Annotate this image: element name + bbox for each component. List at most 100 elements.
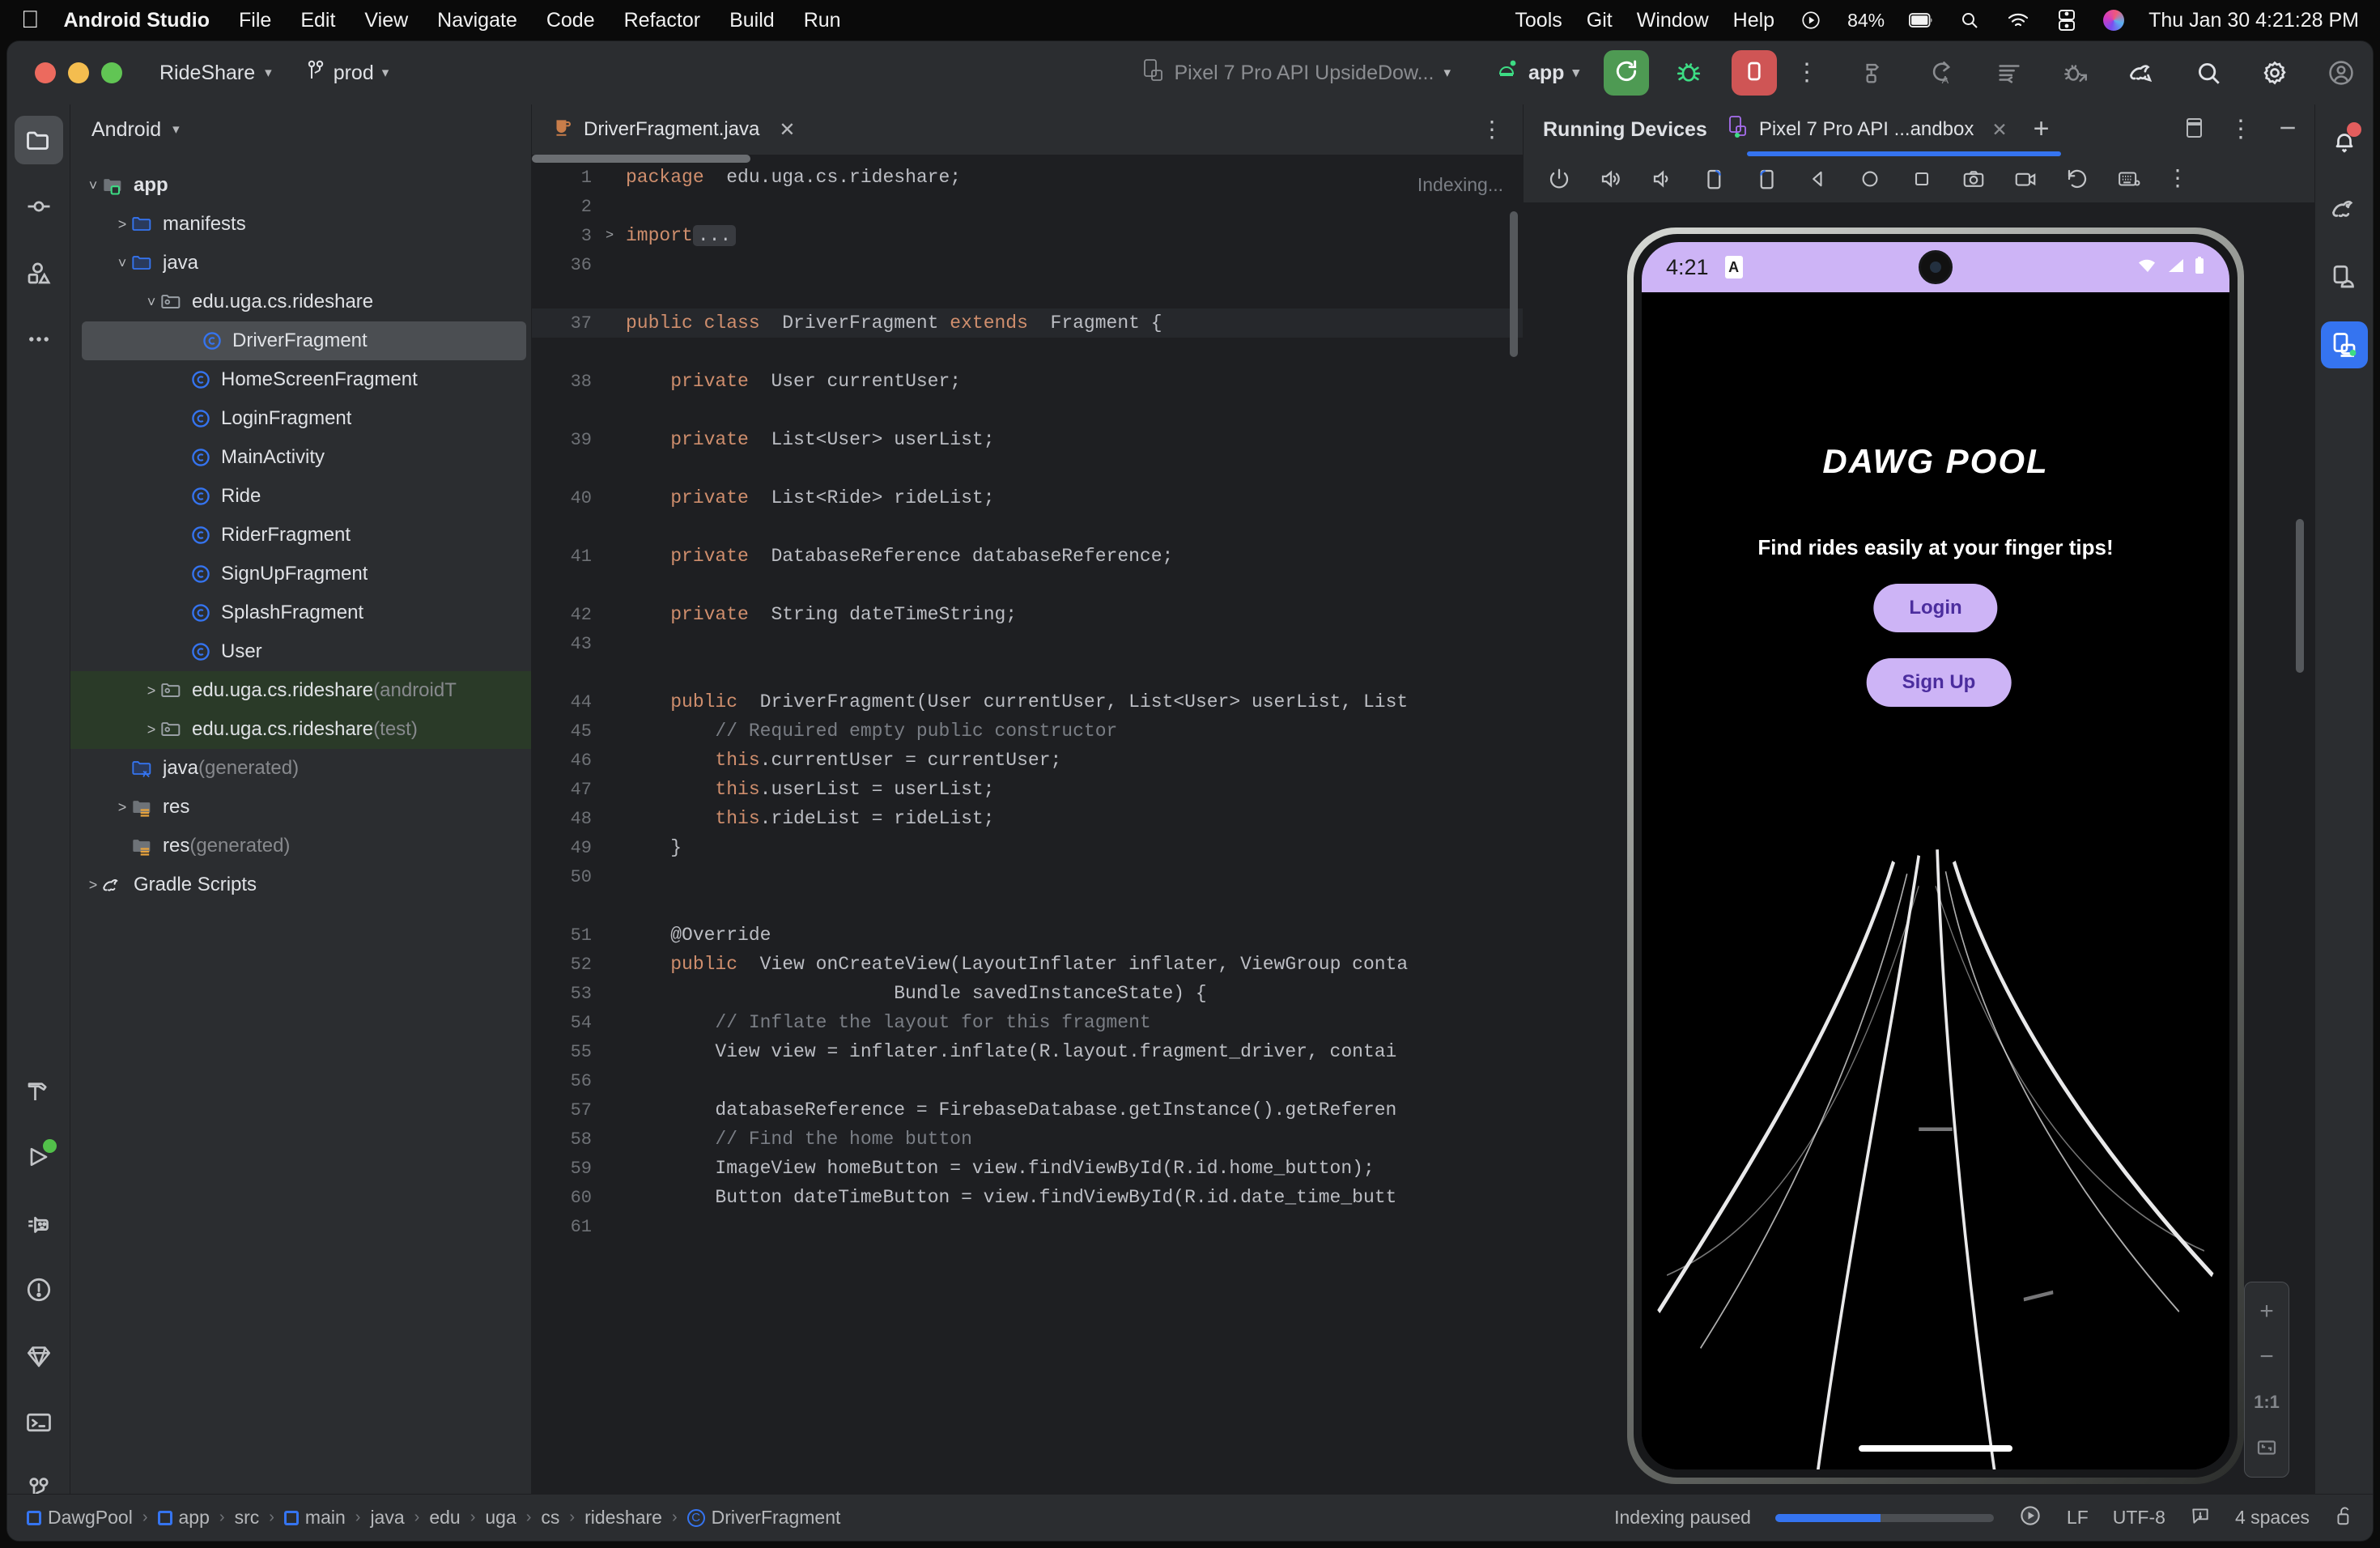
tree-item-res[interactable]: ˃ res: [70, 788, 531, 827]
sidebar-item-commit[interactable]: [15, 182, 63, 231]
indent-label[interactable]: 4 spaces: [2235, 1507, 2310, 1529]
breadcrumb-item-cs[interactable]: cs: [541, 1507, 559, 1529]
code-line[interactable]: 41 private DatabaseReference databaseRef…: [532, 542, 1523, 571]
tab-driverfragment-java[interactable]: DriverFragment.java ✕: [532, 104, 812, 155]
home-icon[interactable]: [1855, 164, 1885, 194]
chevron-down-icon[interactable]: ˅: [143, 294, 159, 311]
encoding-label[interactable]: UTF-8: [2113, 1507, 2165, 1529]
menu-git[interactable]: Git: [1587, 9, 1613, 32]
tree-item-riderfragment[interactable]: RiderFragment: [70, 516, 531, 555]
chevron-right-icon[interactable]: ˃: [114, 799, 130, 816]
code-line[interactable]: 45 // Required empty public constructor: [532, 717, 1523, 746]
code-line[interactable]: 60 Button dateTimeButton = view.findView…: [532, 1183, 1523, 1212]
breadcrumb-item-main[interactable]: main: [283, 1507, 346, 1529]
zoom-in-button[interactable]: +: [2245, 1289, 2289, 1334]
format-icon[interactable]: [1992, 56, 2026, 90]
editor-options-button[interactable]: ⋮: [1481, 117, 1503, 140]
stop-button[interactable]: [1732, 50, 1777, 96]
volume-down-icon[interactable]: [1648, 164, 1677, 194]
breadcrumb-item-src[interactable]: src: [235, 1507, 260, 1529]
code-line[interactable]: 53 Bundle savedInstanceState) {: [532, 979, 1523, 1008]
menu-app-name[interactable]: Android Studio: [64, 9, 210, 32]
split-layout-icon[interactable]: [2185, 116, 2206, 144]
account-icon[interactable]: [2324, 56, 2358, 90]
tab-scroll-indicator[interactable]: [532, 155, 1523, 163]
apple-logo-icon[interactable]: : [21, 8, 40, 32]
plus-icon[interactable]: +: [2034, 115, 2050, 142]
home-indicator[interactable]: [1859, 1445, 2012, 1452]
code-line[interactable]: 47 this.userList = userList;: [532, 775, 1523, 804]
more-vertical-icon[interactable]: ⋮: [2166, 167, 2189, 189]
code-line[interactable]: 49 }: [532, 833, 1523, 862]
device-selector[interactable]: Pixel 7 Pro API UpsideDow... ▾: [1143, 58, 1451, 88]
build-icon[interactable]: [1859, 56, 1893, 90]
back-icon[interactable]: [1804, 164, 1833, 194]
tree-item-edu-uga-cs-rideshare[interactable]: ˃ edu.uga.cs.rideshare (androidT: [70, 671, 531, 710]
code-line[interactable]: 44 public DriverFragment(User currentUse…: [532, 687, 1523, 717]
sidebar-item-app-quality-insights[interactable]: [15, 1332, 63, 1380]
breadcrumb-item-edu[interactable]: edu: [429, 1507, 460, 1529]
keyboard-icon[interactable]: [2114, 164, 2144, 194]
battery-icon[interactable]: [1909, 8, 1933, 32]
clock-datetime[interactable]: Thu Jan 30 4:21:28 PM: [2148, 9, 2359, 32]
tree-item-driverfragment[interactable]: DriverFragment: [82, 321, 526, 360]
code-line[interactable]: 39 private List<User> userList;: [532, 425, 1523, 454]
overview-icon[interactable]: [1907, 164, 1936, 194]
editor-vertical-scrollbar[interactable]: [1510, 211, 1518, 357]
code-line[interactable]: 1 package edu.uga.cs.rideshare;: [532, 163, 1523, 192]
menu-help[interactable]: Help: [1733, 9, 1774, 32]
code-area[interactable]: 1 package edu.uga.cs.rideshare; 2 3 ˃ import.…: [532, 163, 1523, 1541]
menu-refactor[interactable]: Refactor: [624, 9, 700, 32]
menu-edit[interactable]: Edit: [300, 9, 335, 32]
code-line[interactable]: 38 private User currentUser;: [532, 367, 1523, 396]
more-options-button[interactable]: ⋮: [1795, 61, 1819, 85]
wifi-icon[interactable]: [2006, 8, 2030, 32]
sidebar-item-logcat[interactable]: [15, 1199, 63, 1248]
branch-selector[interactable]: prod ▾: [306, 59, 389, 87]
tab-pixel-device[interactable]: Pixel 7 Pro API ...andbox ✕: [1728, 115, 2008, 145]
tree-item-manifests[interactable]: ˃ manifests: [70, 205, 531, 244]
chevron-right-icon[interactable]: ˃: [85, 877, 101, 894]
tree-item-homescreenfragment[interactable]: HomeScreenFragment: [70, 360, 531, 399]
sidebar-item-running-devices[interactable]: [2320, 321, 2368, 368]
sidebar-item-gradle[interactable]: [2321, 185, 2368, 232]
tree-item-gradle-scripts[interactable]: ˃ Gradle Scripts: [70, 865, 531, 904]
code-line[interactable]: 3 ˃ import...: [532, 221, 1523, 250]
tree-item-signupfragment[interactable]: SignUpFragment: [70, 555, 531, 593]
search-everywhere-icon[interactable]: [2191, 56, 2225, 90]
run-configuration-selector[interactable]: app ▾: [1496, 58, 1579, 88]
sidebar-item-device-manager[interactable]: [2321, 253, 2368, 300]
control-center-icon[interactable]: [2055, 8, 2079, 32]
zoom-out-button[interactable]: −: [2245, 1334, 2289, 1380]
tree-item-app[interactable]: ˅ app: [70, 166, 531, 205]
line-separator-label[interactable]: LF: [2067, 1507, 2089, 1529]
rerun-button[interactable]: [1604, 50, 1649, 96]
breadcrumb-item-app[interactable]: app: [157, 1507, 210, 1529]
menu-run[interactable]: Run: [804, 9, 841, 32]
project-view-selector[interactable]: Android ▾: [70, 104, 531, 155]
window-controls[interactable]: [35, 62, 122, 83]
siri-icon[interactable]: [2103, 10, 2125, 31]
sidebar-item-more-tool-windows[interactable]: [15, 315, 63, 364]
chevron-right-icon[interactable]: ˃: [114, 216, 130, 233]
code-with-me-icon[interactable]: A: [1926, 56, 1960, 90]
code-line[interactable]: 43: [532, 629, 1523, 658]
screenshot-icon[interactable]: [1959, 164, 1988, 194]
menu-tools[interactable]: Tools: [1515, 9, 1562, 32]
breadcrumb-item-uga[interactable]: uga: [485, 1507, 516, 1529]
play-circle-icon[interactable]: [2018, 1503, 2042, 1533]
code-line[interactable]: 51 @Override: [532, 921, 1523, 950]
code-line[interactable]: 40 private List<Ride> rideList;: [532, 483, 1523, 512]
chevron-right-icon[interactable]: ˃: [143, 683, 159, 700]
rotate-right-icon[interactable]: [1752, 164, 1781, 194]
app-splash-screen[interactable]: DAWG POOL Find rides easily at your fing…: [1642, 292, 2229, 1469]
code-line[interactable]: [532, 571, 1523, 600]
more-vertical-icon[interactable]: ⋮: [2229, 117, 2253, 142]
debug-button[interactable]: [1670, 54, 1707, 91]
sidebar-item-run[interactable]: [15, 1133, 63, 1181]
menu-view[interactable]: View: [364, 9, 408, 32]
debug-attach-icon[interactable]: [2059, 56, 2093, 90]
sidebar-item-resource-manager[interactable]: [15, 249, 63, 297]
code-line[interactable]: 61: [532, 1212, 1523, 1241]
sidebar-item-problems[interactable]: [15, 1265, 63, 1314]
